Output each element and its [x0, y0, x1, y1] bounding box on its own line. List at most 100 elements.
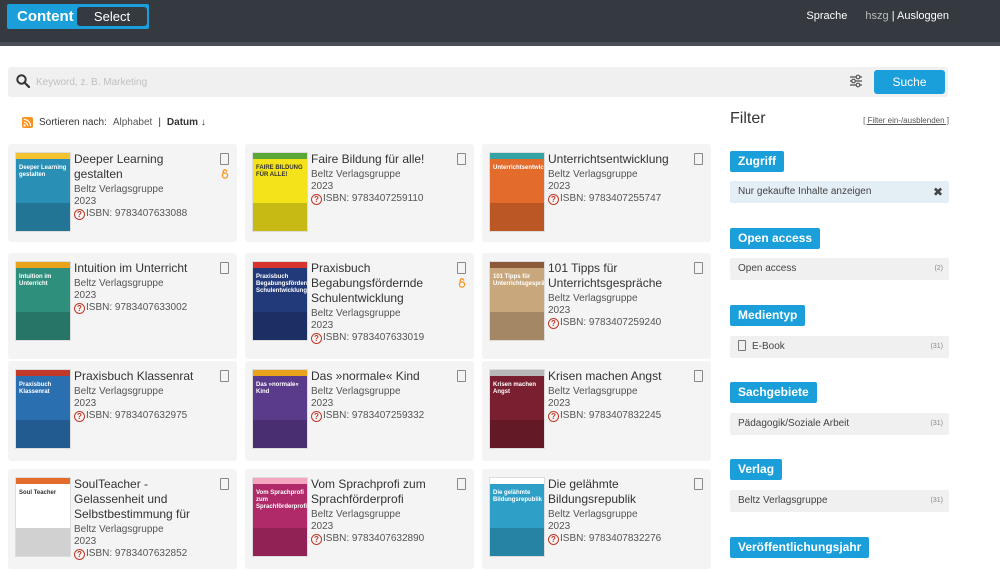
filter-settings-icon[interactable] [849, 74, 863, 88]
isbn-icon: ? [74, 302, 85, 314]
book-title[interactable]: Praxisbuch Begabungsfördernde Schulentwi… [311, 261, 451, 306]
book-cover[interactable]: Praxisbuch Begabungsfördernde Schulentwi… [252, 261, 308, 341]
book-cover[interactable]: Intuition im Unterricht [15, 261, 71, 341]
book-title[interactable]: Krisen machen Angst [548, 369, 688, 384]
book-isbn-row: ? ISBN: 9783407633002 [74, 302, 187, 314]
book-cover[interactable]: Unterrichtsentwicklung [489, 152, 545, 232]
book-year: 2023 [548, 305, 571, 316]
book-cover[interactable]: Das »normale« Kind [252, 369, 308, 449]
book-title[interactable]: 101 Tipps für Unterrichtsgespräche [548, 261, 688, 291]
isbn-icon: ? [311, 193, 322, 205]
book-cover[interactable]: Deeper Learning gestalten [15, 152, 71, 232]
book-card[interactable]: Soul Teacher SoulTeacher - Gelassenheit u… [8, 469, 237, 569]
book-card[interactable]: FAIRE BILDUNG FÜR ALLE! Faire Bildung für… [245, 144, 474, 242]
isbn-icon: ? [74, 548, 85, 560]
book-title[interactable]: Deeper Learning gestalten [74, 152, 214, 182]
book-year: 2023 [311, 398, 334, 409]
book-card[interactable]: Krisen machen Angst Krisen machen Angst Be… [482, 361, 711, 461]
filter-subject-option[interactable]: Pädagogik/Soziale Arbeit (31) [730, 413, 949, 435]
book-title[interactable]: SoulTeacher - Gelassenheit und Selbstbes… [74, 477, 214, 522]
book-isbn-row: ? ISBN: 9783407259332 [311, 410, 424, 422]
book-title[interactable]: Faire Bildung für alle! [311, 152, 451, 167]
book-cover-title: Krisen machen Angst [493, 382, 537, 395]
book-publisher: Beltz Verlagsgruppe [74, 524, 164, 535]
book-card[interactable]: 101 Tipps für Unterrichtsgespräche101 Ti… [482, 253, 711, 359]
book-meta: Beltz Verlagsgruppe 2023? ISBN: 9783407259… [548, 293, 661, 329]
sort-bar: Sortieren nach: Alphabet | Datum ↓ [22, 117, 206, 128]
book-year: 2023 [74, 398, 97, 409]
remove-filter-icon[interactable]: ✖ [933, 181, 943, 203]
filter-openaccess-option[interactable]: Open access (2) [730, 258, 949, 280]
book-cover[interactable]: Krisen machen Angst [489, 369, 545, 449]
book-card[interactable]: Unterrichtsentwicklung Unterrichtsentwick… [482, 144, 711, 242]
book-meta: Beltz Verlagsgruppe 2023? ISBN: 9783407633… [74, 184, 187, 220]
book-card[interactable]: Das »normale« Kind Das »normale« Kind Belt… [245, 361, 474, 461]
book-title[interactable]: Die gelähmte Bildungsrepublik [548, 477, 688, 507]
book-cover[interactable]: Vom Sprachprofi zum Sprachförderprofi [252, 477, 308, 557]
book-card[interactable]: Praxisbuch Begabungsfördernde Schulentwi… [245, 253, 474, 359]
book-year: 2023 [548, 398, 571, 409]
book-card[interactable]: Deeper Learning gestalten Deeper Learning… [8, 144, 237, 242]
search-button[interactable]: Suche [874, 70, 945, 94]
book-title[interactable]: Vom Sprachprofi zum Sprachförderprofi [311, 477, 451, 507]
book-isbn: ISBN: 9783407632975 [86, 410, 188, 421]
book-meta: Beltz Verlagsgruppe 2023? ISBN: 9783407633… [311, 308, 424, 344]
filter-openaccess-count: (2) [934, 265, 943, 272]
language-link[interactable]: Sprache [806, 10, 847, 22]
sort-alphabet-link[interactable]: Alphabet [113, 117, 152, 128]
book-publisher: Beltz Verlagsgruppe [311, 169, 401, 180]
search-input[interactable] [36, 72, 826, 92]
isbn-icon: ? [311, 332, 322, 344]
user-name: hszg [865, 10, 889, 22]
filter-openaccess-heading: Open access [730, 228, 821, 249]
book-year: 2023 [74, 536, 97, 547]
book-cover[interactable]: FAIRE BILDUNG FÜR ALLE! [252, 152, 308, 232]
book-cover[interactable]: Soul Teacher [15, 477, 71, 557]
filter-access-purchased[interactable]: Nur gekaufte Inhalte anzeigen ✖ [730, 181, 949, 203]
search-icon[interactable] [16, 74, 30, 88]
book-year: 2023 [311, 521, 334, 532]
book-cover[interactable]: Die gelähmte Bildungsrepublik [489, 477, 545, 557]
top-bar: Content Select Sprache hszg | Ausloggen [0, 0, 1000, 46]
book-cover-title: Praxisbuch Begabungsfördernde Schulentwi… [256, 274, 308, 294]
book-cover-title: Soul Teacher [19, 490, 57, 496]
book-card[interactable]: Vom Sprachprofi zum Sprachförderprofi Vom… [245, 469, 474, 569]
book-card[interactable]: Intuition im Unterricht Intuition im Unte… [8, 253, 237, 359]
book-publisher: Beltz Verlagsgruppe [74, 278, 164, 289]
book-meta: Beltz Verlagsgruppe 2023? ISBN: 9783407832… [548, 386, 661, 422]
book-title[interactable]: Das »normale« Kind [311, 369, 451, 384]
book-title[interactable]: Intuition im Unterricht [74, 261, 214, 276]
filter-subject-heading: Sachgebiete [730, 382, 817, 403]
book-cover-title: Deeper Learning gestalten [19, 165, 67, 178]
book-year: 2023 [74, 290, 97, 301]
rss-icon[interactable] [22, 117, 33, 128]
isbn-icon: ? [311, 410, 322, 422]
ebook-device-icon [220, 153, 229, 165]
sort-date-link[interactable]: Datum ↓ [167, 117, 206, 128]
book-title[interactable]: Praxisbuch Klassenrat [74, 369, 214, 384]
filter-mediatype-ebook[interactable]: E-Book (31) [730, 336, 949, 358]
book-cover-title: Praxisbuch Klassenrat [19, 382, 52, 395]
ebook-device-icon [457, 478, 466, 490]
book-cover[interactable]: Praxisbuch Klassenrat [15, 369, 71, 449]
brand-content-text: Content [17, 8, 74, 25]
book-isbn-row: ? ISBN: 9783407259240 [548, 317, 661, 329]
logout-link[interactable]: Ausloggen [897, 10, 949, 22]
filter-publisher-label: Beltz Verlagsgruppe [738, 495, 828, 506]
filter-panel: Filter [ Filter ein-/ausblenden ] Zugrif… [730, 110, 949, 558]
ebook-icon [738, 340, 746, 351]
book-isbn: ISBN: 9783407632890 [323, 533, 425, 544]
brand-logo[interactable]: Content Select [7, 4, 149, 29]
filter-access-heading: Zugriff [730, 151, 784, 172]
book-card[interactable]: Praxisbuch Klassenrat Praxisbuch Klassenr… [8, 361, 237, 461]
book-publisher: Beltz Verlagsgruppe [311, 308, 401, 319]
filter-toggle-link[interactable]: [ Filter ein-/ausblenden ] [863, 116, 949, 125]
book-card[interactable]: Die gelähmte Bildungsrepublik Die gelähmt… [482, 469, 711, 569]
filter-mediatype-heading: Medientyp [730, 305, 806, 326]
ebook-device-icon [457, 370, 466, 382]
ebook-device-icon [694, 478, 703, 490]
book-title[interactable]: Unterrichtsentwicklung [548, 152, 688, 167]
filter-publisher-option[interactable]: Beltz Verlagsgruppe (31) [730, 490, 949, 512]
book-cover[interactable]: 101 Tipps für Unterrichtsgespräche [489, 261, 545, 341]
isbn-icon: ? [548, 533, 559, 545]
